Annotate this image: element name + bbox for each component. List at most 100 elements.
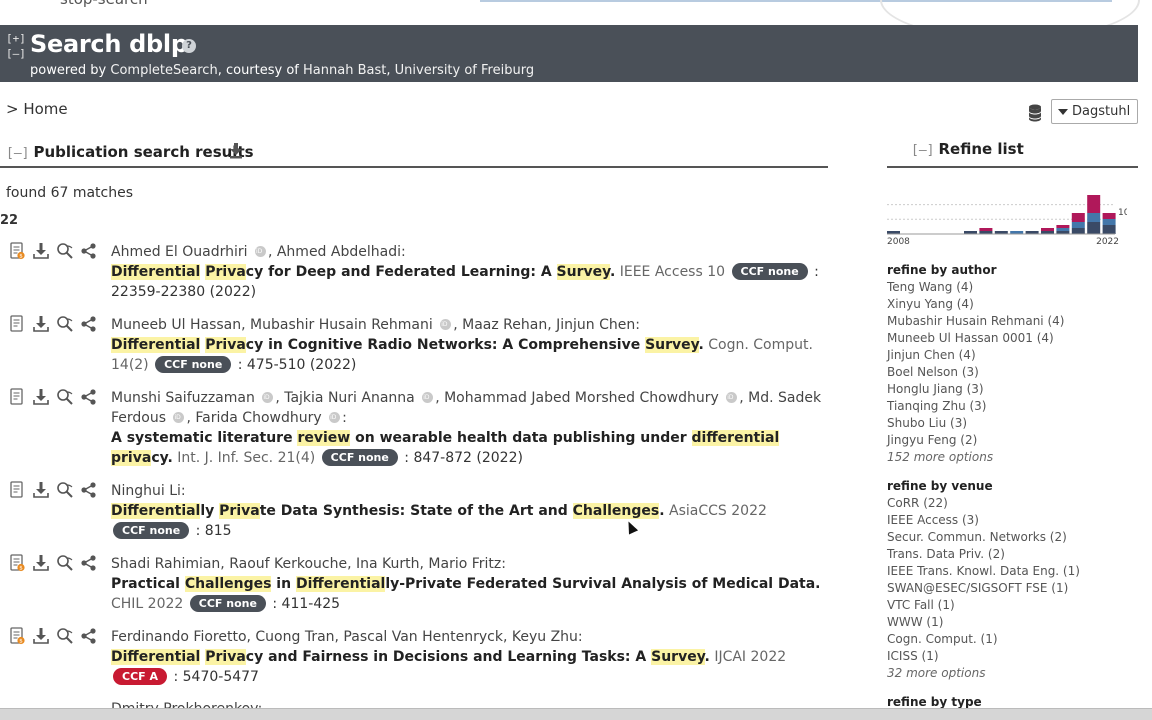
record-icon[interactable] [8, 388, 26, 406]
expand-collapse-toggle[interactable]: [+] [–] [6, 31, 26, 61]
histogram-bar-2019-conference [1056, 228, 1070, 231]
refine-author-option[interactable]: Jinjun Chen (4) [887, 347, 1138, 364]
entry-authors[interactable]: Munshi Saifuzzaman , Tajkia Nuri Ananna … [111, 388, 823, 428]
record-icon-orange[interactable]: $ [8, 242, 26, 260]
refine-author-option[interactable]: Honglu Jiang (3) [887, 381, 1138, 398]
entry-actions: $ [8, 627, 103, 647]
help-icon[interactable]: ? [182, 39, 196, 53]
search-icon[interactable] [56, 554, 74, 572]
venue-more-options[interactable]: 32 more options [887, 665, 1138, 682]
entry-authors[interactable]: Ahmed El Ouadrhiri , Ahmed Abdelhadi: [111, 242, 823, 262]
refine-author-option[interactable]: Boel Nelson (3) [887, 364, 1138, 381]
share-icon[interactable] [80, 627, 98, 645]
download-results-icon[interactable] [229, 143, 243, 159]
refine-divider [887, 166, 1138, 168]
search-icon[interactable] [56, 388, 74, 406]
share-icon[interactable] [80, 388, 98, 406]
collapse-refine-toggle[interactable]: [–] [911, 143, 934, 158]
ccf-rank-badge: CCF none [321, 449, 398, 466]
powered-by-line: powered by CompleteSearch, courtesy of H… [30, 63, 534, 78]
download-icon[interactable] [32, 315, 50, 333]
collapse-all-toggle[interactable]: [–] [6, 46, 26, 61]
entry-pages: : 815 [191, 523, 232, 539]
share-icon[interactable] [80, 554, 98, 572]
completesearch-link[interactable]: CompleteSearch [110, 63, 217, 78]
university-link[interactable]: University of Freiburg [395, 63, 534, 78]
refine-venue-option[interactable]: Cogn. Comput. (1) [887, 631, 1138, 648]
refine-author-option[interactable]: Muneeb Ul Hassan 0001 (4) [887, 330, 1138, 347]
refine-author-heading: refine by author [887, 263, 997, 277]
refine-author-option[interactable]: Tianqing Zhu (3) [887, 398, 1138, 415]
entry-title[interactable]: Differentially Private Data Synthesis: S… [111, 503, 665, 519]
entry-venue[interactable]: Int. J. Inf. Sec. 21(4) [173, 450, 320, 466]
refine-list-title: Refine list [938, 140, 1024, 158]
entry-title[interactable]: Differential Privacy in Cognitive Radio … [111, 337, 704, 353]
entry-authors[interactable]: Ninghui Li: [111, 481, 823, 501]
entry-authors[interactable]: Shadi Rahimian, Raouf Kerkouche, Ina Kur… [111, 554, 823, 574]
histogram-bar-2018-informal [1041, 228, 1054, 231]
record-icon-orange[interactable]: $ [8, 554, 26, 572]
collapse-results-toggle[interactable]: [–] [6, 146, 29, 161]
hannah-bast-link[interactable]: Hannah Bast [303, 63, 386, 78]
refine-venue-option[interactable]: ICISS (1) [887, 648, 1138, 665]
histogram-bar-2020-conference [1071, 222, 1085, 228]
refine-author-option[interactable]: Xinyu Yang (4) [887, 296, 1138, 313]
entry-authors[interactable]: Ferdinando Fioretto, Cuong Tran, Pascal … [111, 627, 823, 647]
entry-body: Muneeb Ul Hassan, Mubashir Husain Rehman… [111, 315, 823, 375]
download-icon[interactable] [32, 627, 50, 645]
database-mirror-select[interactable]: Dagstuhl [1051, 99, 1138, 124]
histogram-bar-2022-informal [1102, 213, 1116, 219]
database-icon[interactable] [1027, 104, 1043, 122]
bottom-scrollbar[interactable] [0, 708, 1152, 720]
entry-title[interactable]: Practical Challenges in Differentially-P… [111, 576, 821, 592]
search-icon[interactable] [56, 315, 74, 333]
refine-author-option[interactable]: Jingyu Feng (2) [887, 432, 1138, 449]
expand-all-toggle[interactable]: [+] [6, 31, 26, 46]
refine-author-option[interactable]: Shubo Liu (3) [887, 415, 1138, 432]
refine-venue-option[interactable]: SWAN@ESEC/SIGSOFT FSE (1) [887, 580, 1138, 597]
refine-venue-option[interactable]: CoRR (22) [887, 495, 1138, 512]
author-more-options[interactable]: 152 more options [887, 449, 1138, 466]
refine-author-option[interactable]: Mubashir Husain Rehmani (4) [887, 313, 1138, 330]
entry-venue[interactable]: AsiaCCS 2022 [665, 503, 767, 519]
download-icon[interactable] [32, 242, 50, 260]
download-icon[interactable] [32, 554, 50, 572]
entry-authors[interactable]: Muneeb Ul Hassan, Mubashir Husain Rehman… [111, 315, 823, 335]
record-icon[interactable] [8, 315, 26, 333]
refine-venue-option[interactable]: Secur. Commun. Networks (2) [887, 529, 1138, 546]
institution-sep: , [386, 63, 391, 78]
refine-venue-option[interactable]: IEEE Trans. Knowl. Data Eng. (1) [887, 563, 1138, 580]
entry-pages: : 411-425 [267, 596, 341, 612]
entry-venue[interactable]: IEEE Access 10 [615, 264, 729, 280]
share-icon[interactable] [80, 481, 98, 499]
entry-venue[interactable]: CHIL 2022 [111, 596, 188, 612]
search-icon[interactable] [56, 242, 74, 260]
refine-author-option[interactable]: Teng Wang (4) [887, 279, 1138, 296]
refine-by-author: refine by author Teng Wang (4) Xinyu Yang… [887, 262, 1138, 466]
entry-title[interactable]: Differential Privacy and Fairness in Dec… [111, 649, 710, 665]
record-icon[interactable] [8, 481, 26, 499]
entry-body: Ahmed El Ouadrhiri , Ahmed Abdelhadi: Dif… [111, 242, 823, 302]
download-icon[interactable] [32, 481, 50, 499]
refine-venue-option[interactable]: Trans. Data Priv. (2) [887, 546, 1138, 563]
entry-venue[interactable]: IJCAI 2022 [710, 649, 786, 665]
breadcrumb[interactable]: > Home [6, 100, 68, 118]
refine-venue-option[interactable]: WWW (1) [887, 614, 1138, 631]
share-icon[interactable] [80, 242, 98, 260]
entry-citation: Differentially Private Data Synthesis: S… [111, 501, 823, 541]
year-histogram[interactable]: 2008 2022 10 [887, 188, 1127, 248]
entry-pages: : 475-510 (2022) [233, 357, 357, 373]
refine-venue-option[interactable]: VTC Fall (1) [887, 597, 1138, 614]
entry-pages: : 5470-5477 [169, 669, 259, 685]
refine-venue-option[interactable]: IEEE Access (3) [887, 512, 1138, 529]
ccf-rank-badge: CCF none [113, 522, 190, 539]
year-header: 22 [0, 213, 19, 228]
entry-title[interactable]: Differential Privacy for Deep and Federa… [111, 264, 615, 280]
background-swirl [880, 0, 1140, 25]
histogram-end-label: 2022 [1096, 237, 1119, 247]
record-icon-orange[interactable]: $ [8, 627, 26, 645]
share-icon[interactable] [80, 315, 98, 333]
download-icon[interactable] [32, 388, 50, 406]
search-icon[interactable] [56, 627, 74, 645]
search-icon[interactable] [56, 481, 74, 499]
